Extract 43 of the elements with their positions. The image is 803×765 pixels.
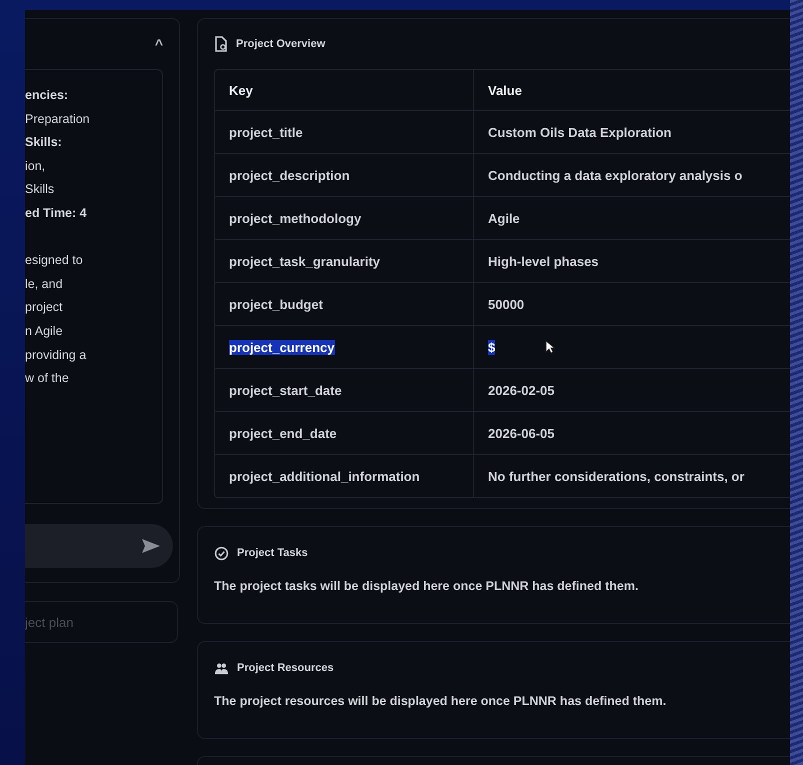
table-cell: 50000 — [488, 296, 524, 312]
description-text: Skills — [25, 181, 54, 198]
description-text: ed Time: 4 — [25, 204, 87, 222]
table-cell: $ — [488, 340, 496, 354]
description-text: le, and — [25, 276, 63, 293]
description-text: ion, — [25, 158, 46, 175]
table-cell: project_end_date — [229, 426, 337, 440]
table-cell: project_title — [229, 124, 303, 140]
table-cell: project_currency — [229, 340, 334, 354]
table-cell: No further considerations, constraints, or — [488, 468, 744, 484]
description-text: n Agile — [25, 322, 63, 340]
table-cell: project_description — [229, 168, 350, 182]
placeholder-text: The project resources will be displayed here once PLNNR has defined them. — [214, 694, 668, 708]
description-text: project — [25, 299, 63, 316]
description-text: Skills: — [25, 134, 62, 152]
card-title: Project Resources — [237, 662, 334, 674]
collapse-caret[interactable]: ^ — [154, 36, 163, 52]
table-cell: 2026-06-05 — [488, 426, 554, 440]
card-title: Project Overview — [236, 38, 326, 50]
check-circle-icon — [214, 546, 229, 560]
table-cell: project_task_granularity — [229, 254, 380, 268]
card-title: Project Tasks — [237, 547, 308, 559]
column-header: Key — [228, 82, 254, 100]
description-text: w of the — [25, 370, 69, 388]
placeholder-text: The project tasks will be displayed here once PLNNR has defined them. — [214, 579, 640, 593]
people-icon — [214, 660, 229, 676]
table-cell: project_start_date — [229, 382, 342, 398]
message-field[interactable] — [25, 524, 173, 568]
table-cell: Custom Oils Data Exploration — [488, 124, 672, 140]
table-cell: High-level phases — [488, 254, 599, 268]
table-cell: 2026-02-05 — [488, 382, 554, 398]
description-text: providing a — [25, 346, 86, 364]
table-cell: project_additional_information — [229, 468, 420, 484]
description-text: Preparation — [25, 110, 90, 128]
mouse-cursor-icon — [545, 340, 556, 354]
description-text: esigned to — [25, 252, 83, 270]
table-cell: project_budget — [229, 296, 323, 312]
description-text: encies: — [25, 87, 68, 104]
table-cell: project_methodology — [229, 210, 362, 226]
send-icon[interactable] — [141, 538, 161, 554]
table-cell: Conducting a data exploratory analysis o — [488, 168, 742, 182]
table-cell: Agile — [488, 210, 520, 226]
document-icon — [214, 36, 228, 52]
